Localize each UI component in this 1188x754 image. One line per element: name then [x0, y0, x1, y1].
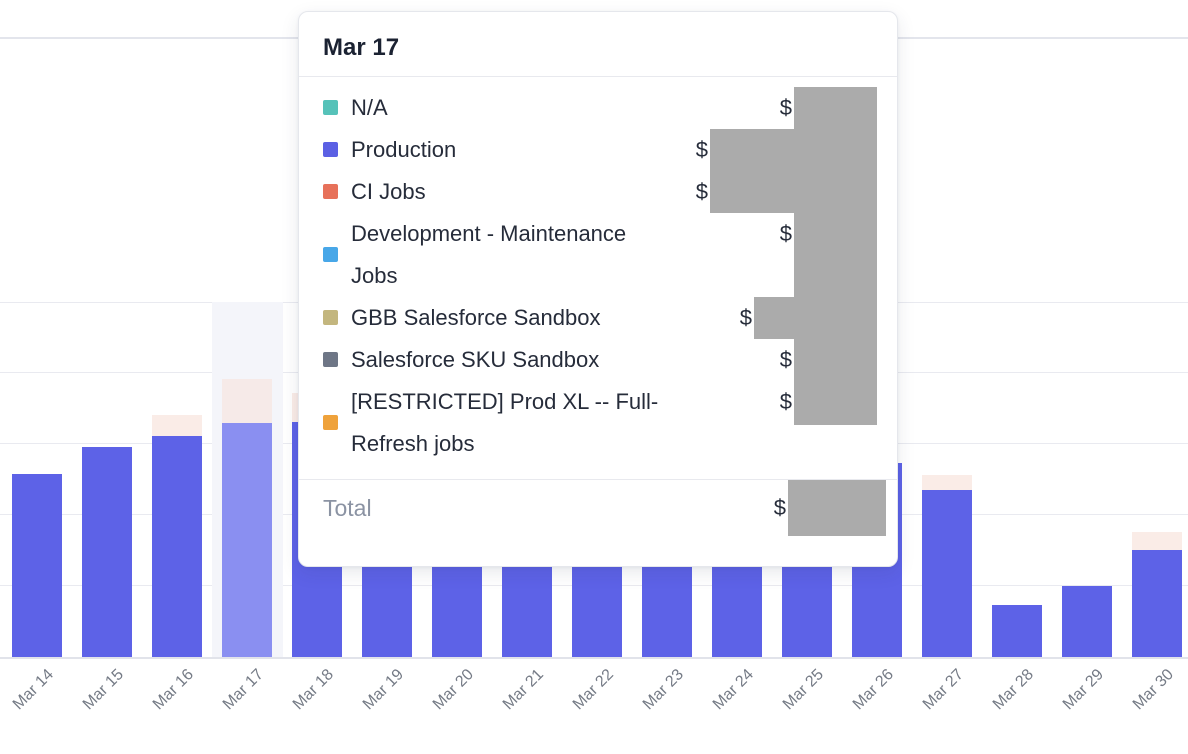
legend-swatch-icon	[323, 142, 338, 157]
bar-segment-ci-jobs[interactable]	[922, 475, 972, 490]
redacted-value	[794, 339, 877, 381]
series-label: Development - MaintenanceJobs	[351, 213, 666, 297]
x-axis-label: Mar 23	[640, 666, 688, 714]
legend-swatch-icon	[323, 415, 338, 430]
total-redacted-value	[788, 480, 886, 536]
currency-symbol: $	[780, 381, 792, 423]
redacted-value	[754, 297, 877, 339]
bar-segment-ci-jobs[interactable]	[152, 415, 202, 436]
legend-swatch-icon	[323, 100, 338, 115]
x-axis-label: Mar 17	[220, 666, 268, 714]
series-label: CI Jobs	[351, 171, 666, 213]
currency-symbol: $	[696, 129, 708, 171]
x-axis-label: Mar 27	[920, 666, 968, 714]
currency-symbol: $	[740, 297, 752, 339]
bar-segment-production[interactable]	[1062, 586, 1112, 657]
tooltip-title: Mar 17	[323, 34, 873, 62]
bar-segment-production[interactable]	[922, 490, 972, 657]
redacted-value	[710, 171, 877, 213]
legend-swatch-icon	[323, 184, 338, 199]
bar-segment-production[interactable]	[12, 474, 62, 657]
tooltip-rows: N/A$Production$CI Jobs$Development - Mai…	[299, 87, 897, 465]
x-axis-label: Mar 29	[1060, 666, 1108, 714]
x-axis-label: Mar 25	[780, 666, 828, 714]
redacted-value	[794, 213, 877, 297]
bar-segment-production[interactable]	[1132, 550, 1182, 657]
x-axis-label: Mar 18	[290, 666, 338, 714]
x-axis-label: Mar 19	[360, 666, 408, 714]
tooltip-separator	[299, 76, 897, 77]
tooltip-row: GBB Salesforce Sandbox $	[299, 297, 897, 339]
currency-symbol: $	[780, 339, 792, 381]
tooltip-row: CI Jobs $	[299, 171, 897, 213]
redacted-value	[794, 381, 877, 425]
legend-swatch-icon	[323, 310, 338, 325]
bar-segment-production[interactable]	[222, 423, 272, 657]
series-label: GBB Salesforce Sandbox	[351, 297, 666, 339]
x-axis-label: Mar 14	[10, 666, 58, 714]
currency-symbol: $	[774, 480, 786, 536]
redacted-value	[710, 129, 877, 171]
series-label: Salesforce SKU Sandbox	[351, 339, 666, 381]
tooltip-row: [RESTRICTED] Prod XL -- Full-Refresh job…	[299, 381, 897, 465]
tooltip-total-row: Total $	[299, 480, 897, 536]
total-label: Total	[323, 480, 372, 536]
tooltip-row: Salesforce SKU Sandbox $	[299, 339, 897, 381]
series-label: [RESTRICTED] Prod XL -- Full-Refresh job…	[351, 381, 666, 465]
x-axis-label: Mar 20	[430, 666, 478, 714]
x-axis-label: Mar 28	[990, 666, 1038, 714]
x-axis-label: Mar 21	[500, 666, 548, 714]
redacted-value	[794, 87, 877, 129]
tooltip-row: N/A $	[299, 87, 897, 129]
tooltip-row: Production $	[299, 129, 897, 171]
currency-symbol: $	[780, 213, 792, 255]
x-axis-label: Mar 24	[710, 666, 758, 714]
bar-segment-ci-jobs[interactable]	[222, 379, 272, 423]
currency-symbol: $	[696, 171, 708, 213]
x-axis-line	[0, 657, 1188, 659]
x-axis-label: Mar 30	[1130, 666, 1178, 714]
series-label: N/A	[351, 87, 666, 129]
bar-segment-ci-jobs[interactable]	[1132, 532, 1182, 550]
x-axis-label: Mar 16	[150, 666, 198, 714]
bar-segment-production[interactable]	[82, 447, 132, 657]
currency-symbol: $	[780, 87, 792, 129]
x-axis-label: Mar 15	[80, 666, 128, 714]
x-axis-label: Mar 22	[570, 666, 618, 714]
legend-swatch-icon	[323, 352, 338, 367]
x-axis-label: Mar 26	[850, 666, 898, 714]
legend-swatch-icon	[323, 247, 338, 262]
bar-segment-production[interactable]	[152, 436, 202, 657]
series-label: Production	[351, 129, 666, 171]
bar-segment-production[interactable]	[992, 605, 1042, 657]
cost-chart-page: Mar 14 Mar 15 Mar 16 Mar 17 Mar 18 Mar 19 Mar …	[0, 0, 1188, 754]
tooltip-row: Development - MaintenanceJobs $	[299, 213, 897, 297]
chart-tooltip: Mar 17 N/A$Production$CI Jobs$Developmen…	[298, 11, 898, 567]
